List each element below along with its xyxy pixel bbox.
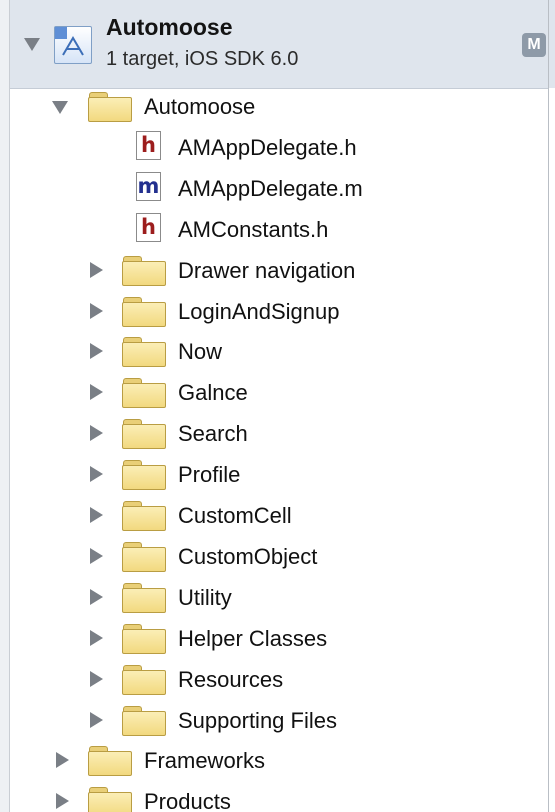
file-type-glyph: m <box>137 173 160 198</box>
navigator-left-edge <box>0 0 10 812</box>
project-row-automoose[interactable]: Automoose 1 target, iOS SDK 6.0 M <box>10 0 548 89</box>
tree-item-label: LoginAndSignup <box>178 298 340 324</box>
project-title: Automoose <box>106 14 233 40</box>
folder-icon <box>88 787 132 812</box>
tree-folder-row[interactable]: LoginAndSignup <box>10 291 548 331</box>
folder-icon <box>122 705 166 736</box>
folder-icon <box>122 582 166 613</box>
disclosure-closed-icon[interactable] <box>90 670 103 687</box>
tree-folder-row[interactable]: CustomCell <box>10 495 548 535</box>
disclosure-closed-icon[interactable] <box>90 466 103 483</box>
folder-icon <box>122 378 166 409</box>
tree-folder-row[interactable]: Products <box>10 781 548 812</box>
folder-icon <box>122 337 166 368</box>
tree-item-label: AMAppDelegate.m <box>178 175 363 201</box>
tree-item-label: AMConstants.h <box>178 216 329 242</box>
folder-icon <box>122 296 166 327</box>
tree-item-label: Profile <box>178 462 241 488</box>
header-file-icon: h <box>136 130 161 160</box>
objc-file-icon: m <box>136 171 161 201</box>
tree-item-label: Products <box>144 789 231 812</box>
tree-item-label: Search <box>178 421 248 447</box>
disclosure-open-icon[interactable] <box>24 38 40 51</box>
tree-item-label: Helper Classes <box>178 625 328 651</box>
tree-folder-row[interactable]: Resources <box>10 659 548 699</box>
tree-folder-row[interactable]: Drawer navigation <box>10 250 548 290</box>
disclosure-closed-icon[interactable] <box>90 425 103 442</box>
disclosure-closed-icon[interactable] <box>90 384 103 401</box>
disclosure-closed-icon[interactable] <box>90 343 103 360</box>
tree-item-label: Drawer navigation <box>178 257 356 283</box>
modified-badge: M <box>522 33 546 57</box>
tree-item-label: CustomCell <box>178 503 292 528</box>
folder-icon <box>122 501 166 531</box>
tree-item-label: Galnce <box>178 380 248 406</box>
folder-icon <box>122 255 166 286</box>
disclosure-closed-icon[interactable] <box>90 547 103 564</box>
project-navigator: Automoose 1 target, iOS SDK 6.0 M Automo… <box>0 0 555 812</box>
disclosure-closed-icon[interactable] <box>90 302 103 319</box>
file-type-glyph: h <box>141 132 156 157</box>
project-subtitle: 1 target, iOS SDK 6.0 <box>106 48 299 70</box>
disclosure-closed-icon[interactable] <box>90 629 103 646</box>
disclosure-closed-icon[interactable] <box>90 711 103 728</box>
folder-icon <box>122 541 166 572</box>
disclosure-closed-icon[interactable] <box>90 507 103 523</box>
xcode-project-icon <box>54 26 92 64</box>
tree-folder-row[interactable]: Utility <box>10 577 548 617</box>
tree-item-label: CustomObject <box>178 543 318 569</box>
folder-icon <box>88 746 132 777</box>
tree-folder-row[interactable]: Now <box>10 331 548 371</box>
folder-icon <box>122 664 166 695</box>
tree-item-label: Automoose <box>144 94 256 119</box>
folder-icon <box>122 419 166 450</box>
disclosure-open-icon[interactable] <box>52 101 68 114</box>
disclosure-closed-icon[interactable] <box>56 752 69 769</box>
folder-icon <box>122 623 166 654</box>
header-file-icon: h <box>136 212 161 242</box>
folder-icon <box>88 92 132 122</box>
tree-folder-row[interactable]: Helper Classes <box>10 618 548 658</box>
tree-file-row[interactable]: m AMAppDelegate.m <box>10 168 548 208</box>
tree-folder-row[interactable]: Profile <box>10 454 548 494</box>
tree-folder-row[interactable]: Frameworks <box>10 740 548 780</box>
tree-file-row[interactable]: h AMConstants.h <box>10 209 548 249</box>
tree-folder-row[interactable]: Search <box>10 413 548 453</box>
tree-folder-row[interactable]: Galnce <box>10 372 548 412</box>
tree-item-label: Frameworks <box>144 748 266 774</box>
tree-item-label: AMAppDelegate.h <box>178 134 357 160</box>
disclosure-closed-icon[interactable] <box>90 261 103 278</box>
tree-folder-row[interactable]: CustomObject <box>10 536 548 576</box>
folder-icon <box>122 460 166 491</box>
tree-item-label: Now <box>178 339 223 365</box>
disclosure-closed-icon[interactable] <box>90 588 103 605</box>
tree-folder-row[interactable]: Supporting Files <box>10 700 548 740</box>
file-type-glyph: h <box>141 214 156 239</box>
tree-file-row[interactable]: h AMAppDelegate.h <box>10 127 548 167</box>
tree-item-label: Resources <box>178 666 284 692</box>
tree-item-label: Utility <box>178 584 232 610</box>
tree-folder-row[interactable]: Automoose <box>10 86 548 126</box>
disclosure-closed-icon[interactable] <box>56 793 69 810</box>
tree-item-label: Supporting Files <box>178 707 337 733</box>
